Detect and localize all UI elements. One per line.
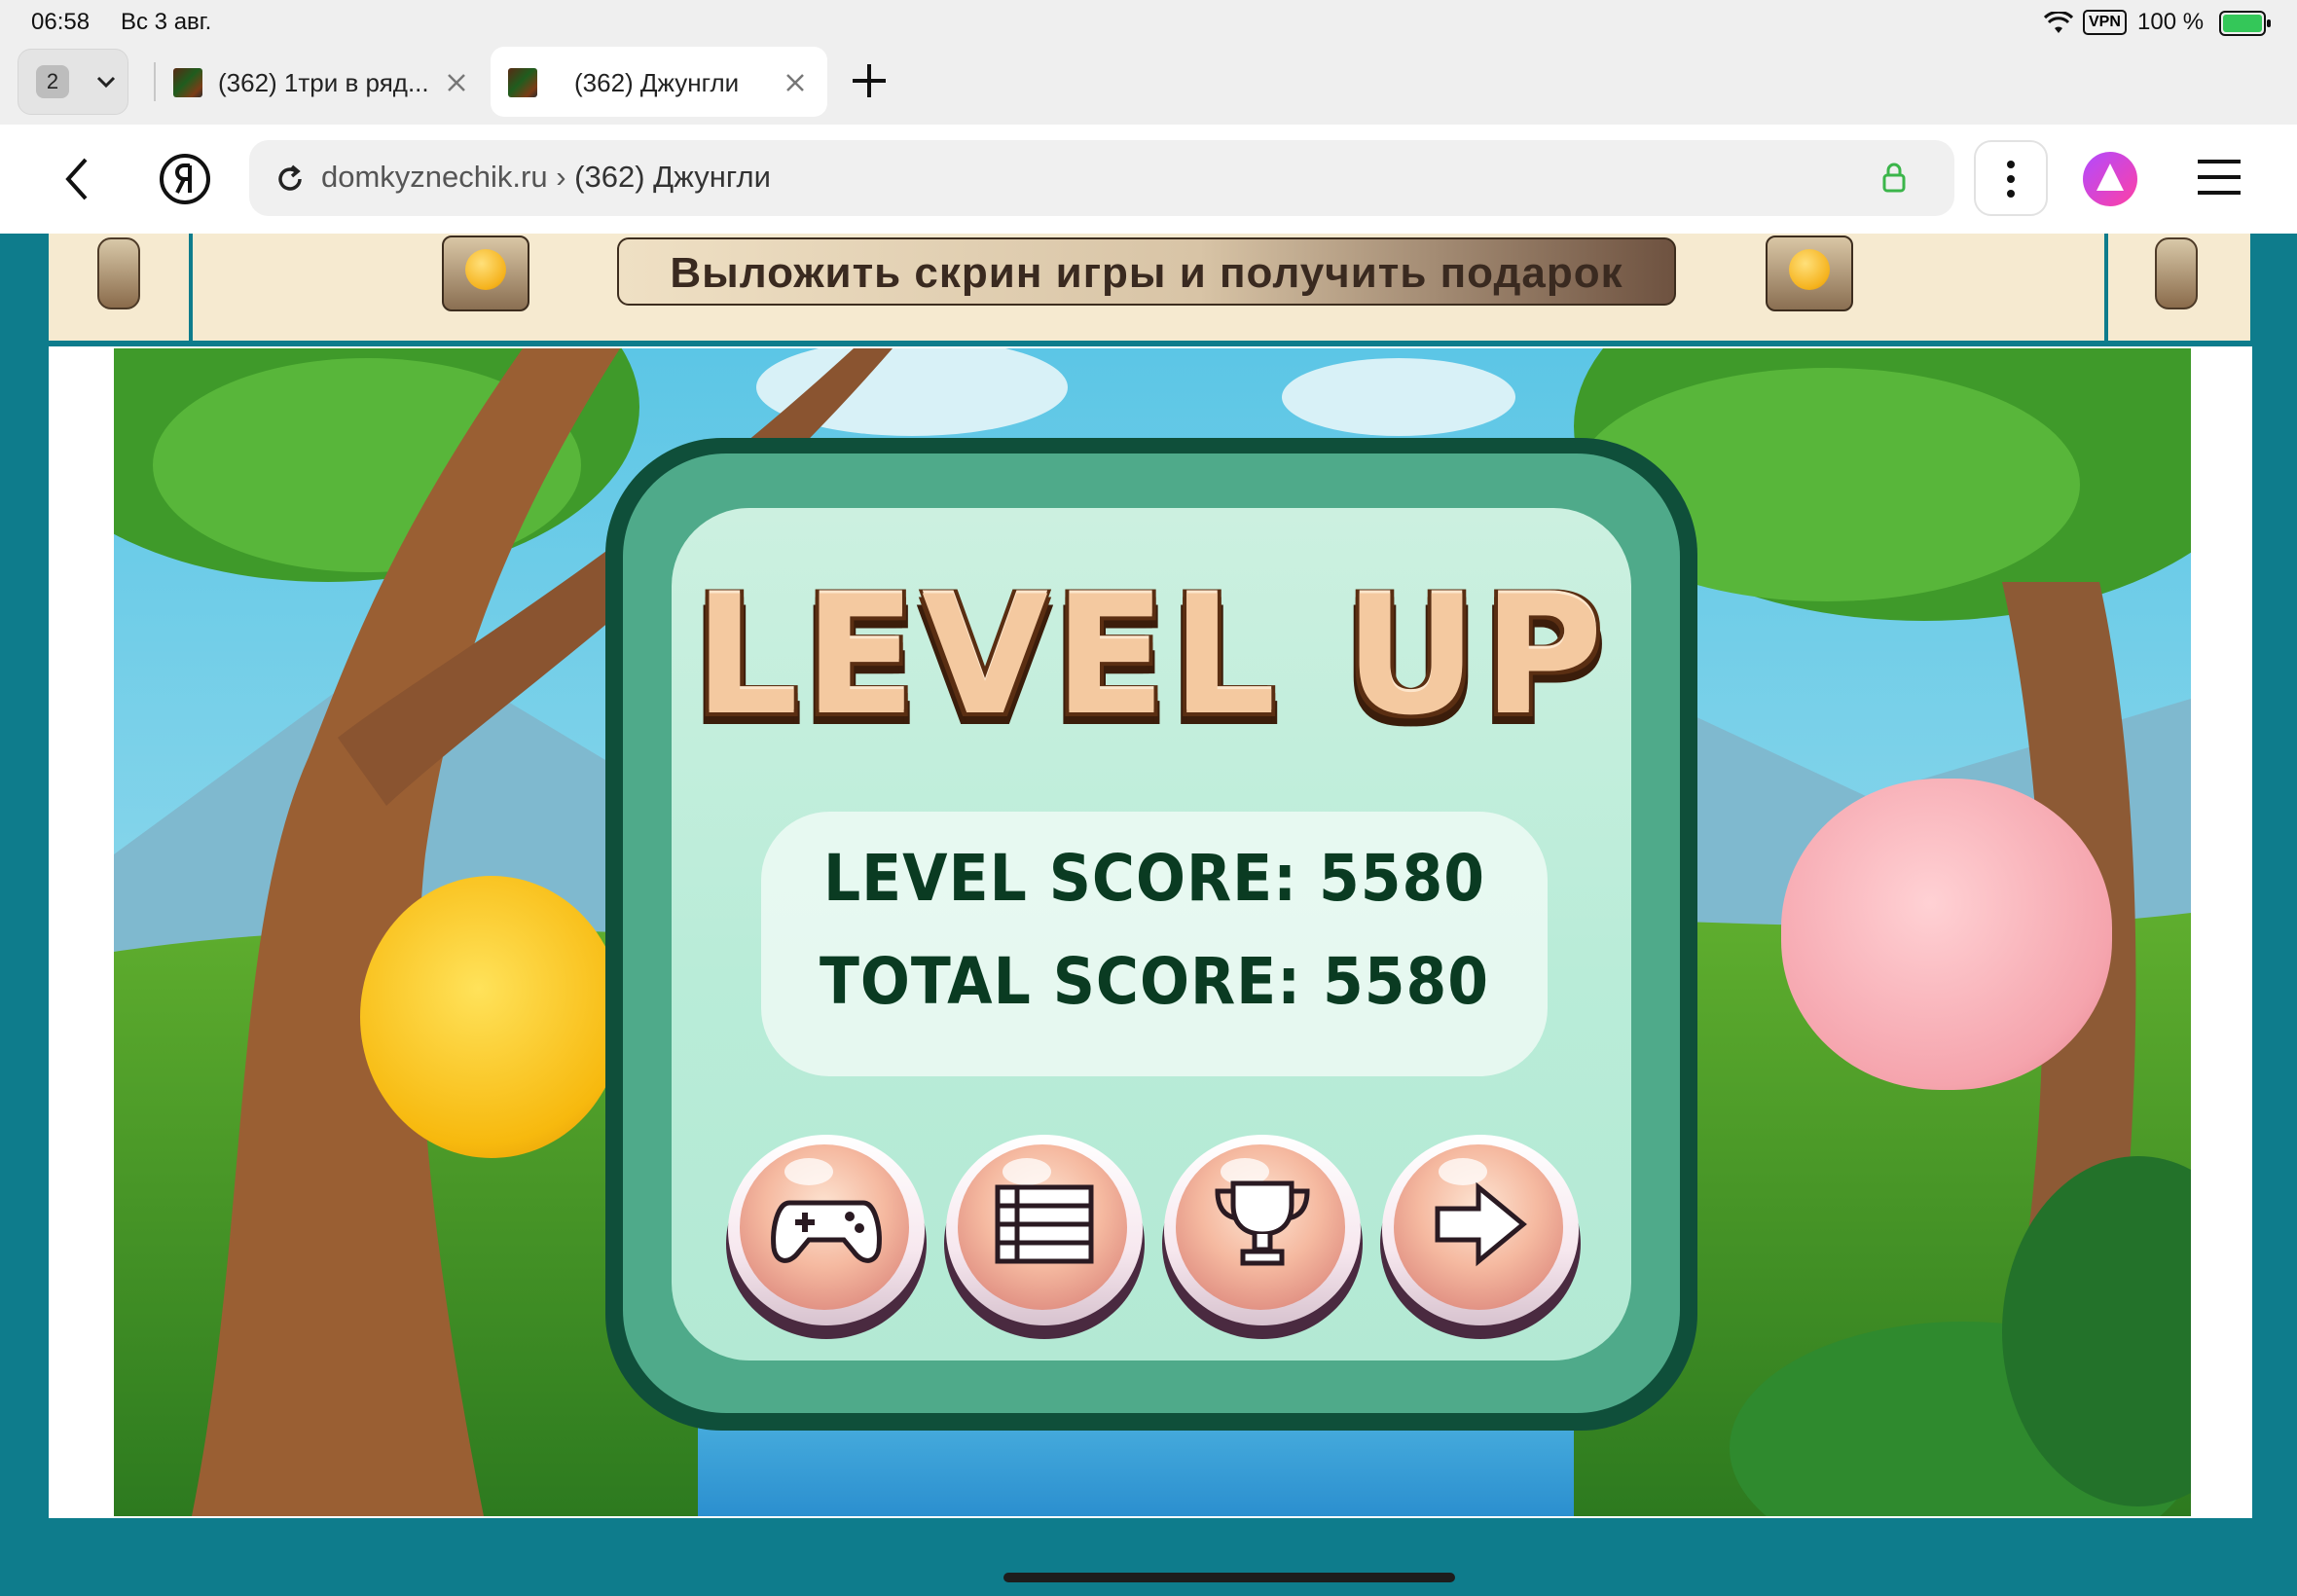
hug-emoji-icon [465, 249, 506, 290]
tab-count: 2 [36, 65, 69, 98]
banner-divider [2104, 234, 2108, 341]
tab-favicon [173, 68, 202, 97]
chick-character [360, 876, 623, 1158]
battery-icon [2219, 11, 2271, 36]
wifi-icon [2044, 12, 2073, 33]
pig-character [1781, 779, 2112, 1090]
post-screenshot-label: Выложить скрин игры и получить подарок [670, 249, 1623, 297]
status-time: 06:58 [31, 9, 91, 35]
tab-bar: 2 (362) 1три в ряд... (362) Джунгли [0, 45, 2297, 125]
level-score: LEVEL SCORE: 5580 [822, 841, 1486, 917]
vpn-badge: VPN [2083, 10, 2127, 35]
vertical-dots-icon [2007, 161, 2015, 198]
tab-title: (362) 1три в ряд... [218, 68, 429, 97]
level-up-heading: LEVEL UP [694, 561, 1609, 751]
trophy-icon [1215, 1180, 1310, 1266]
replay-button[interactable] [726, 1135, 927, 1339]
url-page-title: (362) Джунгли [574, 160, 771, 194]
chevron-down-icon [96, 76, 116, 89]
page-bottom [0, 1518, 2297, 1596]
yandex-logo-icon[interactable] [158, 152, 212, 206]
gamepad-icon [771, 1200, 882, 1263]
site-banner: Выложить скрин игры и получить подарок [49, 234, 2250, 341]
banner-divider [189, 234, 193, 341]
new-tab-icon[interactable] [849, 60, 890, 101]
status-date: Вс 3 авг. [121, 9, 212, 35]
back-arrow-icon[interactable] [58, 154, 97, 204]
more-options-button[interactable] [1974, 140, 2048, 216]
menu-list-icon [995, 1184, 1094, 1264]
close-tab-icon[interactable] [444, 70, 469, 95]
home-indicator[interactable] [1003, 1573, 1455, 1582]
hug-emoji-button[interactable] [442, 236, 529, 311]
url-domain: domkyznechik.ru [321, 160, 548, 194]
banner-pill-right [2155, 237, 2198, 309]
total-score: TOTAL SCORE: 5580 [819, 944, 1490, 1020]
close-tab-icon[interactable] [783, 70, 808, 95]
alice-assistant-icon[interactable] [2081, 150, 2139, 208]
next-level-button[interactable] [1380, 1135, 1581, 1339]
level-list-button[interactable] [944, 1135, 1145, 1339]
hug-emoji-icon [1789, 249, 1830, 290]
url-text[interactable]: domkyznechik.ru › (362) Джунгли [321, 160, 771, 195]
tab-favicon [508, 68, 537, 97]
banner-pill-left [97, 237, 140, 309]
lock-icon [1882, 163, 1906, 193]
hug-emoji-button[interactable] [1766, 236, 1853, 311]
tab-1[interactable]: (362) 1три в ряд... [156, 47, 477, 117]
tab-2-active[interactable]: (362) Джунгли [491, 47, 827, 117]
leaderboard-button[interactable] [1162, 1135, 1363, 1339]
arrow-right-icon [1435, 1181, 1527, 1267]
reload-icon[interactable] [273, 162, 308, 197]
hamburger-menu-icon[interactable] [2196, 158, 2242, 197]
tab-title: (362) Джунгли [574, 68, 740, 97]
tab-switcher-button[interactable]: 2 [18, 49, 128, 115]
battery-percent: 100 % [2137, 9, 2205, 35]
post-screenshot-button[interactable]: Выложить скрин игры и получить подарок [617, 237, 1676, 306]
browser-toolbar: domkyznechik.ru › (362) Джунгли [0, 125, 2297, 234]
status-bar: 06:58 Вс 3 авг. VPN 100 % [0, 0, 2297, 45]
url-separator: › [556, 160, 566, 194]
